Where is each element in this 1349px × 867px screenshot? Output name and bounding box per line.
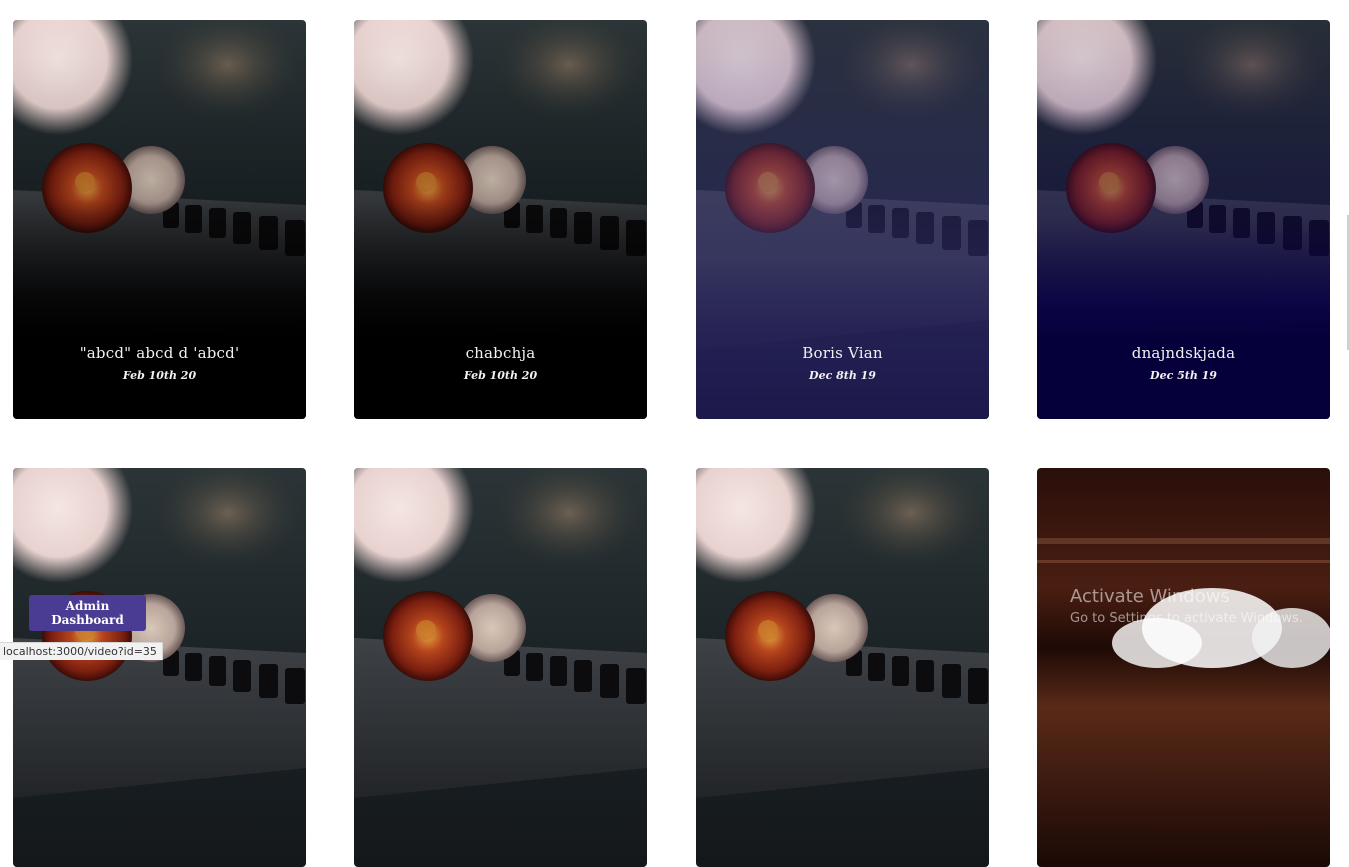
- card-date: Feb 10th 20: [463, 369, 538, 382]
- card-caption: [1037, 791, 1330, 797]
- card-caption: dnajndskjada Dec 5th 19: [1037, 343, 1330, 382]
- video-card[interactable]: dnajndskjada Dec 5th 19: [1037, 20, 1330, 419]
- card-title[interactable]: "abcd" abcd d 'abcd': [13, 343, 306, 363]
- card-title[interactable]: chabchja: [354, 343, 647, 363]
- card-title[interactable]: dnajndskjada: [1037, 343, 1330, 363]
- card-thumbnail: [354, 468, 647, 867]
- card-caption: [13, 791, 306, 797]
- card-caption: Boris Vian Dec 8th 19: [696, 343, 989, 382]
- card-title[interactable]: Boris Vian: [696, 343, 989, 363]
- card-caption: [354, 791, 647, 797]
- card-caption: [696, 791, 989, 797]
- status-bar-url: localhost:3000/video?id=35: [0, 642, 163, 660]
- card-caption: "abcd" abcd d 'abcd' Feb 10th 20: [13, 343, 306, 382]
- card-date: Feb 10th 20: [122, 369, 197, 382]
- video-card[interactable]: [696, 468, 989, 867]
- card-thumbnail: [696, 468, 989, 867]
- video-card[interactable]: chabchja Feb 10th 20: [354, 20, 647, 419]
- card-date: Dec 5th 19: [1150, 369, 1217, 382]
- card-date: Dec 8th 19: [809, 369, 876, 382]
- video-card[interactable]: Boris Vian Dec 8th 19: [696, 20, 989, 419]
- admin-dashboard-button[interactable]: Admin Dashboard: [29, 595, 146, 631]
- card-thumbnail: [1037, 468, 1330, 867]
- video-card[interactable]: [354, 468, 647, 867]
- video-card[interactable]: [13, 468, 306, 867]
- card-thumbnail: [13, 468, 306, 867]
- video-card[interactable]: "abcd" abcd d 'abcd' Feb 10th 20: [13, 20, 306, 419]
- card-caption: chabchja Feb 10th 20: [354, 343, 647, 382]
- video-card[interactable]: [1037, 468, 1330, 867]
